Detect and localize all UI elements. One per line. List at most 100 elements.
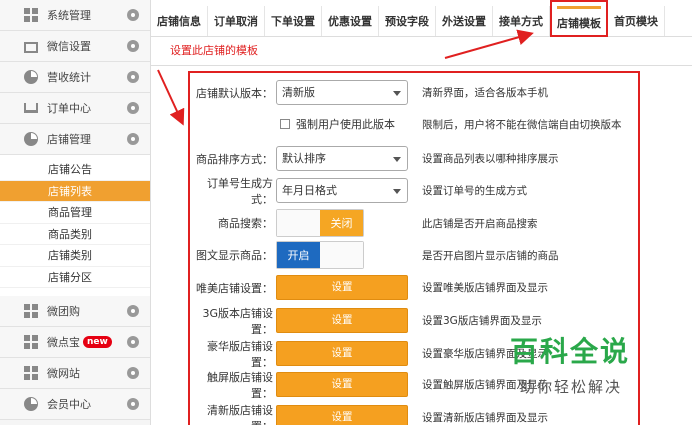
order-no-desc: 设置订单号的生成方式 — [422, 185, 527, 197]
sidebar-item-label: 订单中心 — [47, 102, 91, 115]
submenu-item-active[interactable]: 店铺列表 — [0, 180, 150, 202]
page-subtitle: 设置此店铺的模板 — [170, 44, 258, 57]
tab-store-template[interactable]: 店铺模板 — [550, 0, 608, 37]
sort-row: 商品排序方式： 默认排序 设置商品列表以哪种排序展示 — [190, 145, 638, 172]
order-no-select[interactable]: 年月日格式 — [276, 178, 408, 203]
sort-select[interactable]: 默认排序 — [276, 146, 408, 171]
arrow-to-tab — [444, 29, 534, 59]
sidebar-item-weidianbao[interactable]: 微点宝 new — [0, 327, 150, 358]
luxury-label: 豪华版店铺设置： — [207, 339, 273, 369]
tab-store-info[interactable]: 店铺信息 — [151, 6, 208, 36]
3g-label: 3G版本店铺设置： — [202, 306, 273, 336]
image-display-row: 图文显示商品： 开启 是否开启图片显示店铺的商品 — [190, 240, 638, 270]
arrow-to-form — [157, 69, 185, 126]
sidebar-item-members[interactable]: 会员中心 — [0, 389, 150, 420]
3g-desc: 设置3G版店铺界面及显示 — [422, 315, 542, 327]
weimei-settings-button[interactable]: 设置 — [276, 275, 408, 300]
submenu-item[interactable]: 店铺分区 — [0, 267, 150, 288]
checkbox-label: 强制用户使用此版本 — [296, 118, 395, 131]
watermark-logo: 百科全说 助你轻松解决 — [510, 330, 660, 410]
sidebar-item-revenue[interactable]: 营收统计 — [0, 62, 150, 93]
tab-preset-fields[interactable]: 预设字段 — [379, 6, 436, 36]
submenu-item[interactable]: 店铺公告 — [0, 159, 150, 181]
order-no-label: 订单号生成方式： — [207, 176, 273, 206]
toggle-blank — [320, 242, 363, 268]
chevron-down-icon — [393, 189, 401, 194]
submenu-item[interactable]: 商品类别 — [0, 224, 150, 245]
pie-icon — [24, 70, 38, 84]
force-version-row: 强制用户使用此版本 限制后，用户将不能在微信端自由切换版本 — [190, 116, 638, 132]
weimei-label: 唯美店铺设置： — [196, 281, 273, 295]
chevron-down-icon — [393, 157, 401, 162]
sidebar-item-store[interactable]: 店铺管理 — [0, 124, 150, 155]
search-toggle[interactable]: 关闭 — [276, 209, 364, 237]
fresh-settings-button[interactable]: 设置 — [276, 405, 408, 425]
tab-label: 店铺模板 — [557, 6, 601, 31]
sidebar-item-label: 会员中心 — [47, 398, 91, 411]
sidebar-item-system[interactable]: 系统管理 — [0, 0, 150, 31]
select-value: 默认排序 — [282, 152, 326, 165]
sidebar-item-website[interactable]: 微网站 — [0, 358, 150, 389]
divider — [151, 65, 692, 66]
submenu-item[interactable]: 店铺类别 — [0, 245, 150, 267]
3g-settings-button[interactable]: 设置 — [276, 308, 408, 333]
expand-icon[interactable] — [127, 9, 139, 21]
grid-icon — [24, 335, 38, 349]
submenu-item[interactable]: 商品管理 — [0, 202, 150, 224]
expand-icon[interactable] — [127, 305, 139, 317]
toggle-on: 开启 — [277, 242, 320, 268]
pie-icon — [24, 397, 38, 411]
tab-order-cancel[interactable]: 订单取消 — [208, 6, 265, 36]
expand-icon[interactable] — [127, 71, 139, 83]
order-no-row: 订单号生成方式： 年月日格式 设置订单号的生成方式 — [190, 176, 638, 206]
sidebar-item-groupbuy[interactable]: 微团购 — [0, 296, 150, 327]
image-display-toggle[interactable]: 开启 — [276, 241, 364, 269]
luxury-settings-button[interactable]: 设置 — [276, 341, 408, 366]
default-version-select[interactable]: 清新版 — [276, 80, 408, 105]
collapse-icon[interactable] — [127, 133, 139, 145]
watermark-subtitle: 助你轻松解决 — [520, 378, 623, 396]
tab-discount-settings[interactable]: 优惠设置 — [322, 6, 379, 36]
sidebar-item-wechat[interactable]: 微信设置 — [0, 31, 150, 62]
sidebar-item-label: 微网站 — [47, 367, 80, 380]
expand-icon[interactable] — [127, 40, 139, 52]
expand-icon[interactable] — [127, 102, 139, 114]
search-label: 商品搜索： — [218, 217, 273, 230]
mail-icon — [24, 41, 38, 53]
search-desc: 此店铺是否开启商品搜索 — [422, 217, 538, 230]
search-row: 商品搜索： 关闭 此店铺是否开启商品搜索 — [190, 208, 638, 238]
sidebar: 系统管理 微信设置 营收统计 订单中心 店铺管理 店铺公告 店铺列表 商品管理 — [0, 0, 151, 425]
grid-icon — [24, 304, 38, 318]
sort-label: 商品排序方式： — [196, 152, 273, 166]
sidebar-item-label: 系统管理 — [47, 9, 91, 22]
select-value: 年月日格式 — [282, 184, 337, 197]
toggle-blank — [277, 210, 320, 236]
watermark-title: 百科全说 — [510, 335, 631, 368]
image-display-desc: 是否开启图片显示店铺的商品 — [422, 249, 559, 262]
tab-bar: 店铺信息 订单取消 下单设置 优惠设置 预设字段 外送设置 接单方式 店铺模板 … — [151, 0, 692, 37]
checkbox-box[interactable] — [280, 119, 290, 129]
force-version-checkbox[interactable]: 强制用户使用此版本 — [280, 116, 395, 132]
grid-icon — [24, 8, 38, 22]
sidebar-item-label: 营收统计 — [47, 71, 91, 84]
sidebar-item-label: 微信设置 — [47, 40, 91, 53]
tab-order-settings[interactable]: 下单设置 — [265, 6, 322, 36]
sidebar-item-label: 微团购 — [47, 305, 80, 318]
tab-home-modules[interactable]: 首页模块 — [608, 6, 665, 36]
expand-icon[interactable] — [127, 367, 139, 379]
weimei-row: 唯美店铺设置： 设置 设置唯美版店铺界面及显示 — [190, 274, 638, 301]
tab-delivery-settings[interactable]: 外送设置 — [436, 6, 493, 36]
store-submenu: 店铺公告 店铺列表 商品管理 商品类别 店铺类别 店铺分区 — [0, 155, 150, 296]
default-version-row: 店铺默认版本： 清新版 清新界面，适合各版本手机 — [190, 79, 638, 106]
pie-icon — [24, 132, 38, 146]
chevron-down-icon — [393, 91, 401, 96]
expand-icon[interactable] — [127, 336, 139, 348]
sidebar-item-label: 微点宝 — [47, 336, 80, 349]
expand-icon[interactable] — [127, 398, 139, 410]
touch-label: 触屏版店铺设置： — [207, 370, 273, 400]
touch-settings-button[interactable]: 设置 — [276, 372, 408, 397]
sidebar-item-orders[interactable]: 订单中心 — [0, 93, 150, 124]
fresh-desc: 设置清新版店铺界面及显示 — [422, 412, 548, 424]
tab-order-method[interactable]: 接单方式 — [493, 6, 550, 36]
cart-icon — [24, 103, 38, 113]
